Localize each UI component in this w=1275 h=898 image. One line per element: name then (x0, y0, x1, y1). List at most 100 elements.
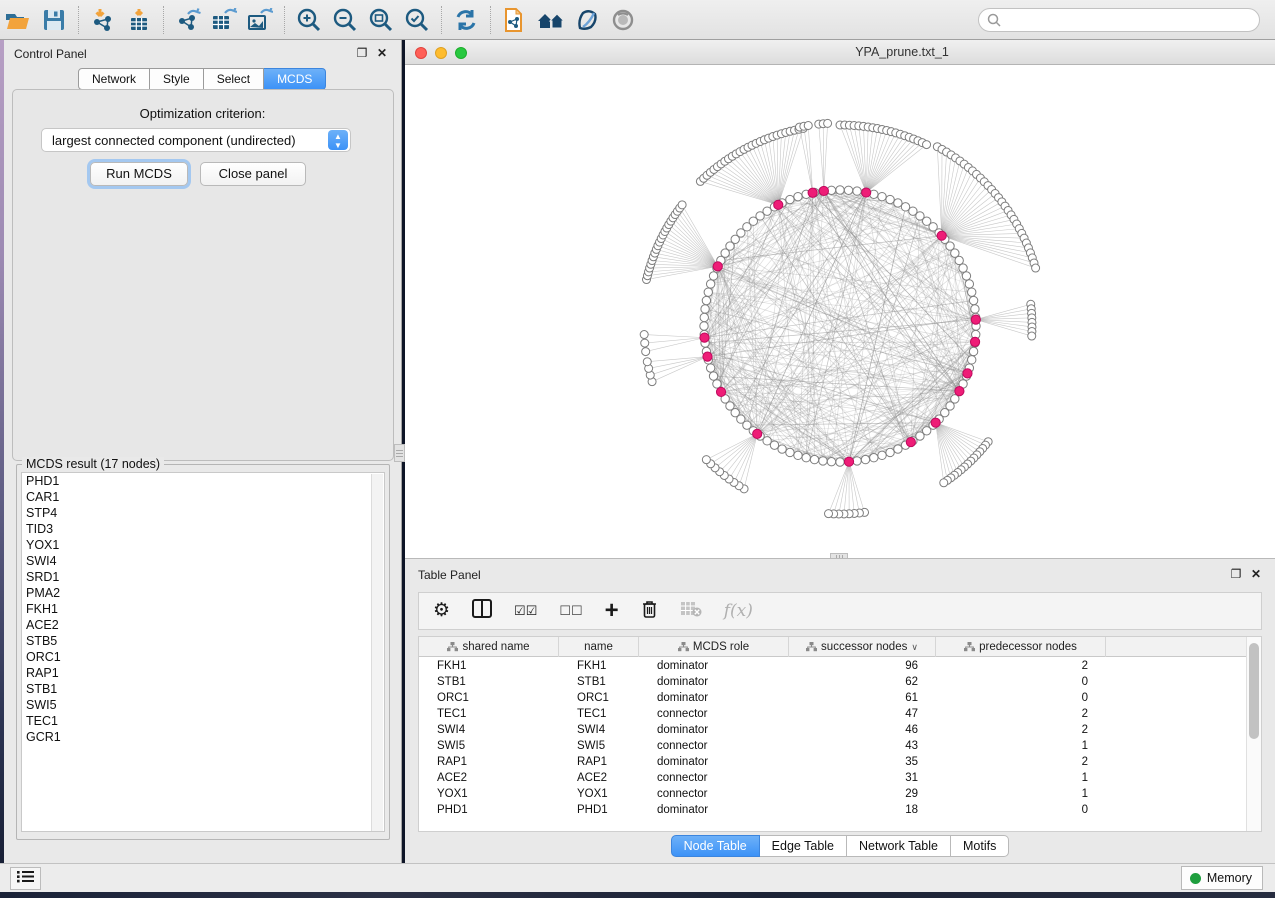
import-table-icon[interactable] (121, 4, 157, 36)
graph-node[interactable] (640, 331, 648, 339)
mcds-result-item[interactable]: YOX1 (22, 537, 384, 553)
graph-mcds-node[interactable] (963, 369, 972, 378)
graph-node[interactable] (778, 445, 786, 453)
add-column-icon[interactable]: + (605, 601, 619, 621)
zoom-fit-icon[interactable] (363, 4, 399, 36)
deselect-all-rows-icon[interactable]: ☐☐ (559, 601, 582, 621)
table-row[interactable]: TEC1TEC1connector472 (419, 706, 1247, 722)
vertical-splitter-grip[interactable] (394, 444, 405, 462)
mcds-result-item[interactable]: STB5 (22, 633, 384, 649)
mcds-result-item[interactable]: RAP1 (22, 665, 384, 681)
network-canvas[interactable] (405, 65, 1275, 558)
graph-mcds-node[interactable] (906, 437, 915, 446)
graph-node[interactable] (878, 451, 886, 459)
graph-node[interactable] (678, 201, 686, 209)
graph-node[interactable] (827, 458, 835, 466)
table-row[interactable]: ORC1ORC1dominator610 (419, 690, 1247, 706)
mcds-result-item[interactable]: SWI5 (22, 697, 384, 713)
graph-node[interactable] (959, 264, 967, 272)
mcds-result-item[interactable]: FKH1 (22, 601, 384, 617)
table-row[interactable]: ACE2ACE2connector311 (419, 770, 1247, 786)
graph-mcds-node[interactable] (971, 315, 980, 324)
graph-mcds-node[interactable] (716, 387, 725, 396)
graph-node[interactable] (709, 372, 717, 380)
run-mcds-button[interactable]: Run MCDS (90, 162, 188, 186)
graph-node[interactable] (819, 457, 827, 465)
graph-mcds-node[interactable] (819, 186, 828, 195)
graph-node[interactable] (923, 141, 931, 149)
graph-node[interactable] (968, 356, 976, 364)
mcds-result-item[interactable]: ORC1 (22, 649, 384, 665)
graph-node[interactable] (641, 339, 649, 347)
column-header-MCDS-role[interactable]: MCDS role (639, 637, 789, 657)
close-panel-icon[interactable]: ✕ (1249, 567, 1263, 581)
share-document-icon[interactable] (497, 4, 533, 36)
zoom-selected-icon[interactable] (399, 4, 435, 36)
export-network-icon[interactable] (170, 4, 206, 36)
table-row[interactable]: STB1STB1dominator620 (419, 674, 1247, 690)
window-close-button[interactable] (415, 47, 427, 59)
graph-mcds-node[interactable] (700, 333, 709, 342)
graph-mcds-node[interactable] (808, 188, 817, 197)
column-header-name[interactable]: name (559, 637, 639, 657)
show-columns-icon[interactable] (472, 599, 492, 623)
graph-node[interactable] (713, 380, 721, 388)
scrollbar-thumb[interactable] (1249, 643, 1259, 739)
graph-mcds-node[interactable] (703, 352, 712, 361)
tab-node-table[interactable]: Node Table (671, 835, 760, 857)
column-header-predecessor-nodes[interactable]: predecessor nodes (936, 637, 1106, 657)
mcds-result-item[interactable]: TEC1 (22, 713, 384, 729)
graph-node[interactable] (853, 187, 861, 195)
graph-node[interactable] (786, 448, 794, 456)
column-header-successor-nodes[interactable]: successor nodes∨ (789, 637, 936, 657)
table-row[interactable]: YOX1YOX1connector291 (419, 786, 1247, 802)
tab-edge-table[interactable]: Edge Table (760, 835, 847, 857)
close-panel-button[interactable]: Close panel (200, 162, 306, 186)
graph-node[interactable] (1028, 332, 1036, 340)
graph-node[interactable] (786, 195, 794, 203)
graph-mcds-node[interactable] (774, 200, 783, 209)
graph-node[interactable] (794, 192, 802, 200)
mcds-result-item[interactable]: ACE2 (22, 617, 384, 633)
function-builder-icon[interactable]: f(x) (724, 601, 753, 621)
mcds-result-item[interactable]: STB1 (22, 681, 384, 697)
graph-node[interactable] (965, 280, 973, 288)
first-neighbors-icon[interactable] (533, 4, 569, 36)
mcds-result-item[interactable]: GCR1 (22, 729, 384, 745)
window-minimize-button[interactable] (435, 47, 447, 59)
graph-mcds-node[interactable] (753, 429, 762, 438)
table-row[interactable]: PHD1PHD1dominator180 (419, 802, 1247, 818)
graph-node[interactable] (894, 199, 902, 207)
mcds-result-item[interactable]: PMA2 (22, 585, 384, 601)
show-visual-icon[interactable] (605, 4, 641, 36)
graph-node[interactable] (878, 192, 886, 200)
graph-node[interactable] (794, 451, 802, 459)
zoom-in-icon[interactable] (291, 4, 327, 36)
graph-mcds-node[interactable] (937, 231, 946, 240)
graph-node[interactable] (844, 186, 852, 194)
tab-network[interactable]: Network (78, 68, 150, 90)
import-network-icon[interactable] (85, 4, 121, 36)
graph-mcds-node[interactable] (955, 387, 964, 396)
window-zoom-button[interactable] (455, 47, 467, 59)
graph-node[interactable] (836, 458, 844, 466)
mcds-result-item[interactable]: SWI4 (22, 553, 384, 569)
graph-node[interactable] (810, 455, 818, 463)
graph-mcds-node[interactable] (970, 337, 979, 346)
column-header-shared-name[interactable]: shared name (419, 637, 559, 657)
graph-node[interactable] (1032, 264, 1040, 272)
graph-mcds-node[interactable] (713, 262, 722, 271)
graph-node[interactable] (706, 364, 714, 372)
node-table-scrollbar[interactable] (1246, 637, 1261, 831)
delete-column-icon[interactable] (641, 599, 658, 624)
graph-node[interactable] (702, 296, 710, 304)
graph-node[interactable] (955, 256, 963, 264)
mcds-result-item[interactable]: STP4 (22, 505, 384, 521)
mcds-result-item[interactable]: CAR1 (22, 489, 384, 505)
graph-node[interactable] (700, 313, 708, 321)
graph-node[interactable] (709, 272, 717, 280)
graph-node[interactable] (853, 457, 861, 465)
select-all-rows-icon[interactable]: ☑☑ (514, 601, 537, 621)
graph-mcds-node[interactable] (862, 188, 871, 197)
graph-node[interactable] (870, 454, 878, 462)
